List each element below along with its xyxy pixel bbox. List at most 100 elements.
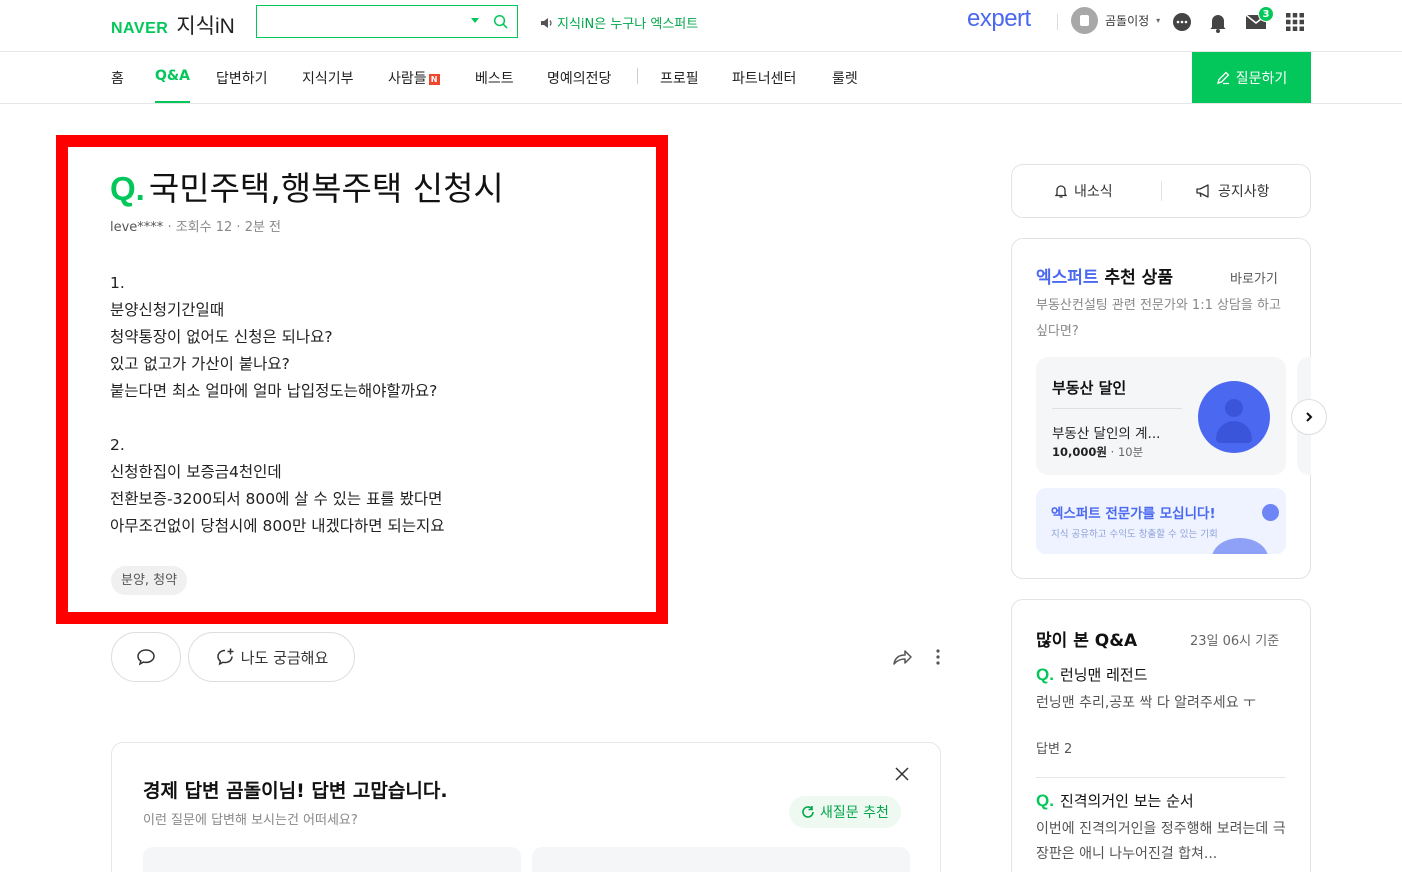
divider bbox=[1161, 181, 1162, 201]
q-mark: Q. bbox=[1036, 791, 1054, 810]
question-meta: leve**** · 조회수 12 · 2분 전 bbox=[110, 216, 281, 235]
expert-card-name: 부동산 달인의 계... bbox=[1052, 426, 1161, 442]
answer-prompt-card: 경제 답변 곰돌이님! 답변 고맙습니다. 이런 질문에 답변해 보시는건 어떠… bbox=[111, 742, 941, 872]
expert-recruit-banner[interactable]: 엑스퍼트 전문가를 모십니다! 지식 공유하고 수익도 창출할 수 있는 기회 bbox=[1036, 488, 1286, 554]
top-bar: NAVER 지식iN 지식iN은 누구나 엑스퍼트 expert 곰돌이정 ▾ … bbox=[0, 0, 1402, 52]
notice-label: 공지사항 bbox=[1218, 184, 1270, 200]
chevron-right-icon bbox=[1306, 412, 1313, 422]
logo-kin[interactable]: 지식iN bbox=[176, 10, 234, 40]
notice-text: 지식iN은 누구나 엑스퍼트 bbox=[557, 17, 699, 32]
q-mark: Q. bbox=[1036, 665, 1054, 684]
nav-hall-of-fame[interactable]: 명예의전당 bbox=[547, 68, 611, 88]
user-menu[interactable]: 곰돌이정 ▾ bbox=[1071, 7, 1160, 34]
nav-qna[interactable]: Q&A bbox=[155, 68, 190, 103]
question-body: 1. 분양신청기간일때 청약통장이 없어도 신청은 되나요? 있고 없고가 가산… bbox=[110, 274, 445, 535]
divider bbox=[1052, 408, 1182, 409]
search-input[interactable] bbox=[263, 10, 463, 33]
popular-qna-box: 많이 본 Q&A 23일 06시 기준 Q. 런닝맨 레전드 런닝맨 추리,공포 … bbox=[1011, 599, 1311, 872]
popular-qna-item[interactable]: Q. 런닝맨 레전드 런닝맨 추리,공포 싹 다 알려주세요 ㅜ 답변 2 bbox=[1036, 664, 1286, 757]
comment-icon bbox=[137, 649, 155, 666]
logo[interactable]: NAVER 지식iN bbox=[111, 10, 235, 40]
notice-link[interactable]: 지식iN은 누구나 엑스퍼트 bbox=[540, 13, 698, 32]
suggested-question-card[interactable] bbox=[143, 847, 521, 872]
new-question-button[interactable]: 새질문 추천 bbox=[789, 796, 901, 828]
meta-dot: · bbox=[1106, 445, 1118, 459]
nav-divider bbox=[637, 68, 638, 84]
nav-people[interactable]: 사람들 N bbox=[388, 68, 440, 88]
divider bbox=[1057, 14, 1058, 30]
duration: 10분 bbox=[1117, 445, 1144, 459]
nav-roulette[interactable]: 룰렛 bbox=[832, 68, 858, 88]
my-news-label: 내소식 bbox=[1074, 184, 1113, 200]
answer-prompt-title: 경제 답변 곰돌이님! 답변 고맙습니다. bbox=[143, 780, 448, 802]
answer-prompt-subtitle: 이런 질문에 답변해 보시는건 어떠세요? bbox=[143, 813, 358, 828]
question-title-text: 국민주택,행복주택 신청시 bbox=[148, 169, 504, 208]
ask-question-label: 질문하기 bbox=[1235, 70, 1288, 87]
popular-q-text: 진격의거인 보는 순서 bbox=[1059, 792, 1194, 810]
expert-shortcut-link[interactable]: 바로가기 bbox=[1230, 268, 1278, 287]
expert-title-rest: 추천 상품 bbox=[1098, 268, 1173, 288]
curious-button[interactable]: 나도 궁금해요 bbox=[188, 632, 355, 682]
divider bbox=[1036, 777, 1286, 778]
expert-title-blue: 엑스퍼트 bbox=[1036, 268, 1099, 288]
expert-logo[interactable]: expert bbox=[967, 5, 1031, 33]
question-views: 조회수 12 bbox=[175, 220, 233, 235]
question-tag[interactable]: 분양, 청약 bbox=[111, 566, 188, 595]
bell-icon[interactable] bbox=[1206, 10, 1230, 34]
popular-qna-item[interactable]: Q. 진격의거인 보는 순서 이번에 진격의거인을 정주행해 보려는데 극장판은 … bbox=[1036, 790, 1286, 867]
username[interactable]: 곰돌이정 bbox=[1105, 12, 1149, 29]
nav-home[interactable]: 홈 bbox=[111, 68, 124, 88]
refresh-icon bbox=[802, 806, 814, 818]
search-box bbox=[256, 5, 518, 38]
new-badge: N bbox=[428, 74, 440, 85]
nav-best[interactable]: 베스트 bbox=[475, 68, 514, 88]
news-notice-box: 내소식 공지사항 bbox=[1011, 164, 1311, 218]
comment-button[interactable] bbox=[111, 632, 181, 682]
search-icon[interactable] bbox=[493, 14, 508, 29]
question-time: 2분 전 bbox=[244, 220, 282, 235]
question-title: Q. 국민주택,행복주택 신청시 bbox=[110, 162, 504, 210]
question-author[interactable]: leve**** bbox=[110, 220, 163, 235]
search-dropdown-icon[interactable] bbox=[471, 18, 479, 23]
add-comment-icon bbox=[216, 648, 234, 666]
mail-count-badge: 3 bbox=[1258, 6, 1274, 22]
ask-question-button[interactable]: 질문하기 bbox=[1192, 52, 1311, 103]
popular-q-answers: 답변 2 bbox=[1036, 742, 1073, 757]
decorative-shape bbox=[1262, 504, 1279, 521]
close-icon[interactable] bbox=[894, 766, 910, 782]
logo-naver[interactable]: NAVER bbox=[111, 20, 168, 38]
apps-grid-icon[interactable] bbox=[1283, 10, 1307, 34]
megaphone-icon bbox=[1196, 184, 1209, 198]
avatar[interactable] bbox=[1071, 7, 1098, 34]
recruit-subtitle: 지식 공유하고 수익도 창출할 수 있는 기회 bbox=[1051, 529, 1218, 540]
expert-card-price: 10,000원 · 10분 bbox=[1052, 444, 1143, 460]
new-question-label: 새질문 추천 bbox=[820, 805, 889, 821]
expert-product-card[interactable]: 부동산 달인 부동산 달인의 계... 10,000원 · 10분 bbox=[1036, 357, 1286, 475]
nav-donation[interactable]: 지식기부 bbox=[302, 68, 354, 88]
expert-recommend-box: 엑스퍼트 추천 상품 바로가기 부동산컨설팅 관련 전문가와 1:1 상담을 하… bbox=[1011, 238, 1311, 579]
share-icon[interactable] bbox=[891, 647, 913, 667]
my-news-button[interactable]: 내소식 bbox=[1053, 181, 1113, 201]
nav-profile[interactable]: 프로필 bbox=[660, 68, 699, 88]
chevron-down-icon[interactable]: ▾ bbox=[1156, 16, 1160, 25]
expert-desc: 부동산컨설팅 관련 전문가와 1:1 상담을 하고 싶다면? bbox=[1036, 298, 1281, 339]
expert-card-title: 부동산 달인 bbox=[1052, 379, 1127, 397]
decorative-shape bbox=[1212, 538, 1268, 554]
meta-dot: · bbox=[167, 220, 176, 235]
curious-label: 나도 궁금해요 bbox=[240, 648, 329, 667]
speaker-icon bbox=[541, 17, 552, 28]
popular-q-desc: 이번에 진격의거인을 정주행해 보려는데 극장판은 애니 나누어진걸 합쳐... bbox=[1036, 821, 1286, 862]
popular-q-title: Q. 런닝맨 레전드 bbox=[1036, 664, 1286, 685]
nav-answer[interactable]: 답변하기 bbox=[216, 68, 268, 88]
carousel-next-button[interactable] bbox=[1291, 399, 1327, 435]
chat-icon[interactable] bbox=[1170, 10, 1194, 34]
popular-q-desc: 런닝맨 추리,공포 싹 다 알려주세요 ㅜ bbox=[1036, 695, 1256, 711]
notice-button[interactable]: 공지사항 bbox=[1195, 181, 1270, 201]
more-icon[interactable] bbox=[933, 648, 943, 666]
suggested-question-card[interactable] bbox=[532, 847, 910, 872]
expert-avatar bbox=[1198, 381, 1270, 453]
nav-partner-center[interactable]: 파트너센터 bbox=[732, 68, 796, 88]
q-mark: Q. bbox=[110, 170, 145, 207]
nav-people-label: 사람들 bbox=[388, 71, 427, 87]
price: 10,000원 bbox=[1052, 445, 1107, 459]
